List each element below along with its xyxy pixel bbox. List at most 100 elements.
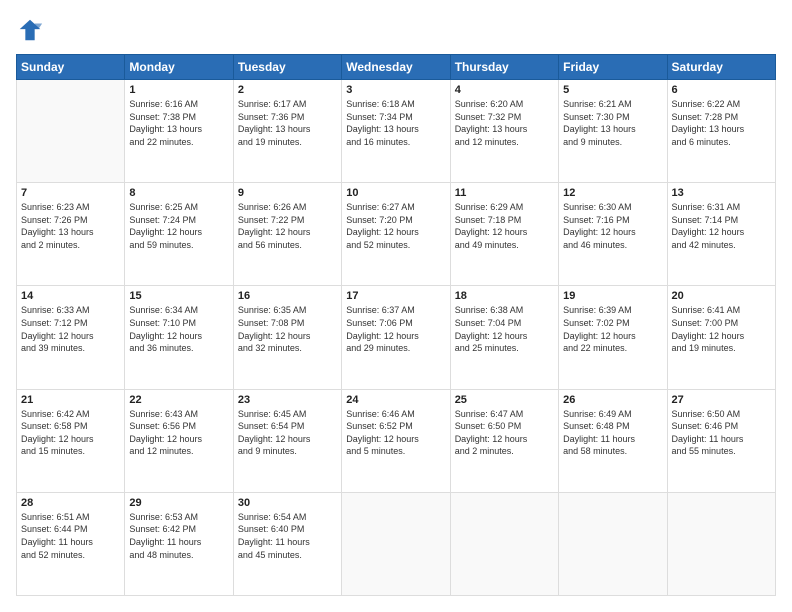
- day-info: Sunrise: 6:31 AM Sunset: 7:14 PM Dayligh…: [672, 201, 771, 251]
- calendar-cell: 14 Sunrise: 6:33 AM Sunset: 7:12 PM Dayli…: [17, 286, 125, 389]
- day-number: 8: [129, 187, 228, 199]
- calendar-cell: 18 Sunrise: 6:38 AM Sunset: 7:04 PM Dayli…: [450, 286, 558, 389]
- calendar-cell: 11 Sunrise: 6:29 AM Sunset: 7:18 PM Dayli…: [450, 183, 558, 286]
- calendar-cell: 24Sunrise: 6:46 AM Sunset: 6:52 PM Dayli…: [342, 389, 450, 492]
- calendar-cell: 7 Sunrise: 6:23 AM Sunset: 7:26 PM Daylig…: [17, 183, 125, 286]
- day-number: 23: [238, 394, 337, 406]
- day-info: Sunrise: 6:47 AM Sunset: 6:50 PM Dayligh…: [455, 408, 554, 458]
- day-number: 15: [129, 290, 228, 302]
- day-info: Sunrise: 6:39 AM Sunset: 7:02 PM Dayligh…: [563, 304, 662, 354]
- calendar-cell: [667, 492, 775, 595]
- day-number: 11: [455, 187, 554, 199]
- calendar-cell: [559, 492, 667, 595]
- calendar-cell: 27 Sunrise: 6:50 AM Sunset: 6:46 PM Dayli…: [667, 389, 775, 492]
- header: [16, 16, 776, 44]
- calendar-cell: 2Sunrise: 6:17 AM Sunset: 7:36 PM Daylig…: [233, 80, 341, 183]
- day-number: 28: [21, 497, 120, 509]
- calendar-cell: 26Sunrise: 6:49 AM Sunset: 6:48 PM Dayli…: [559, 389, 667, 492]
- day-info: Sunrise: 6:50 AM Sunset: 6:46 PM Dayligh…: [672, 408, 771, 458]
- calendar-cell: 10 Sunrise: 6:27 AM Sunset: 7:20 PM Dayli…: [342, 183, 450, 286]
- weekday-header-wednesday: Wednesday: [342, 55, 450, 80]
- day-number: 10: [346, 187, 445, 199]
- calendar-cell: 29 Sunrise: 6:53 AM Sunset: 6:42 PM Dayli…: [125, 492, 233, 595]
- day-number: 9: [238, 187, 337, 199]
- calendar-cell: 22 Sunrise: 6:43 AM Sunset: 6:56 PM Dayli…: [125, 389, 233, 492]
- day-info: Sunrise: 6:51 AM Sunset: 6:44 PM Dayligh…: [21, 511, 120, 561]
- week-row-1: 1 Sunrise: 6:16 AM Sunset: 7:38 PM Daylig…: [17, 80, 776, 183]
- day-number: 2: [238, 84, 337, 96]
- day-number: 25: [455, 394, 554, 406]
- day-info: Sunrise: 6:54 AM Sunset: 6:40 PM Dayligh…: [238, 511, 337, 561]
- calendar-cell: 21 Sunrise: 6:42 AM Sunset: 6:58 PM Dayli…: [17, 389, 125, 492]
- day-info: Sunrise: 6:35 AM Sunset: 7:08 PM Dayligh…: [238, 304, 337, 354]
- day-number: 19: [563, 290, 662, 302]
- day-number: 24: [346, 394, 445, 406]
- day-number: 21: [21, 394, 120, 406]
- day-number: 29: [129, 497, 228, 509]
- calendar-cell: 8 Sunrise: 6:25 AM Sunset: 7:24 PM Daylig…: [125, 183, 233, 286]
- day-info: Sunrise: 6:20 AM Sunset: 7:32 PM Dayligh…: [455, 98, 554, 148]
- calendar-cell: 16 Sunrise: 6:35 AM Sunset: 7:08 PM Dayli…: [233, 286, 341, 389]
- calendar-cell: 1 Sunrise: 6:16 AM Sunset: 7:38 PM Daylig…: [125, 80, 233, 183]
- calendar-cell: 30 Sunrise: 6:54 AM Sunset: 6:40 PM Dayli…: [233, 492, 341, 595]
- day-info: Sunrise: 6:29 AM Sunset: 7:18 PM Dayligh…: [455, 201, 554, 251]
- logo: [16, 16, 48, 44]
- weekday-header-friday: Friday: [559, 55, 667, 80]
- week-row-3: 14 Sunrise: 6:33 AM Sunset: 7:12 PM Dayli…: [17, 286, 776, 389]
- calendar-cell: 25 Sunrise: 6:47 AM Sunset: 6:50 PM Dayli…: [450, 389, 558, 492]
- day-number: 6: [672, 84, 771, 96]
- calendar-cell: 13Sunrise: 6:31 AM Sunset: 7:14 PM Dayli…: [667, 183, 775, 286]
- day-info: Sunrise: 6:22 AM Sunset: 7:28 PM Dayligh…: [672, 98, 771, 148]
- day-info: Sunrise: 6:33 AM Sunset: 7:12 PM Dayligh…: [21, 304, 120, 354]
- calendar-cell: 5Sunrise: 6:21 AM Sunset: 7:30 PM Daylig…: [559, 80, 667, 183]
- week-row-2: 7 Sunrise: 6:23 AM Sunset: 7:26 PM Daylig…: [17, 183, 776, 286]
- day-info: Sunrise: 6:53 AM Sunset: 6:42 PM Dayligh…: [129, 511, 228, 561]
- calendar-cell: 4Sunrise: 6:20 AM Sunset: 7:32 PM Daylig…: [450, 80, 558, 183]
- weekday-header-sunday: Sunday: [17, 55, 125, 80]
- weekday-header-tuesday: Tuesday: [233, 55, 341, 80]
- calendar-cell: 19 Sunrise: 6:39 AM Sunset: 7:02 PM Dayli…: [559, 286, 667, 389]
- week-row-5: 28 Sunrise: 6:51 AM Sunset: 6:44 PM Dayli…: [17, 492, 776, 595]
- calendar-cell: 20 Sunrise: 6:41 AM Sunset: 7:00 PM Dayli…: [667, 286, 775, 389]
- day-info: Sunrise: 6:45 AM Sunset: 6:54 PM Dayligh…: [238, 408, 337, 458]
- day-info: Sunrise: 6:38 AM Sunset: 7:04 PM Dayligh…: [455, 304, 554, 354]
- weekday-header-saturday: Saturday: [667, 55, 775, 80]
- day-number: 30: [238, 497, 337, 509]
- day-info: Sunrise: 6:16 AM Sunset: 7:38 PM Dayligh…: [129, 98, 228, 148]
- day-number: 16: [238, 290, 337, 302]
- day-number: 3: [346, 84, 445, 96]
- weekday-header-thursday: Thursday: [450, 55, 558, 80]
- day-number: 1: [129, 84, 228, 96]
- day-number: 17: [346, 290, 445, 302]
- week-row-4: 21 Sunrise: 6:42 AM Sunset: 6:58 PM Dayli…: [17, 389, 776, 492]
- day-info: Sunrise: 6:23 AM Sunset: 7:26 PM Dayligh…: [21, 201, 120, 251]
- day-info: Sunrise: 6:37 AM Sunset: 7:06 PM Dayligh…: [346, 304, 445, 354]
- calendar-table: SundayMondayTuesdayWednesdayThursdayFrid…: [16, 54, 776, 596]
- day-number: 12: [563, 187, 662, 199]
- calendar-cell: 9Sunrise: 6:26 AM Sunset: 7:22 PM Daylig…: [233, 183, 341, 286]
- day-info: Sunrise: 6:25 AM Sunset: 7:24 PM Dayligh…: [129, 201, 228, 251]
- day-info: Sunrise: 6:30 AM Sunset: 7:16 PM Dayligh…: [563, 201, 662, 251]
- day-number: 27: [672, 394, 771, 406]
- calendar-cell: 3 Sunrise: 6:18 AM Sunset: 7:34 PM Daylig…: [342, 80, 450, 183]
- calendar-cell: 15Sunrise: 6:34 AM Sunset: 7:10 PM Dayli…: [125, 286, 233, 389]
- day-number: 22: [129, 394, 228, 406]
- weekday-header-monday: Monday: [125, 55, 233, 80]
- day-number: 18: [455, 290, 554, 302]
- day-number: 7: [21, 187, 120, 199]
- logo-icon: [16, 16, 44, 44]
- day-info: Sunrise: 6:49 AM Sunset: 6:48 PM Dayligh…: [563, 408, 662, 458]
- calendar-cell: [342, 492, 450, 595]
- calendar-cell: 6 Sunrise: 6:22 AM Sunset: 7:28 PM Daylig…: [667, 80, 775, 183]
- day-info: Sunrise: 6:18 AM Sunset: 7:34 PM Dayligh…: [346, 98, 445, 148]
- day-number: 20: [672, 290, 771, 302]
- day-info: Sunrise: 6:43 AM Sunset: 6:56 PM Dayligh…: [129, 408, 228, 458]
- day-number: 14: [21, 290, 120, 302]
- page: SundayMondayTuesdayWednesdayThursdayFrid…: [0, 0, 792, 612]
- day-info: Sunrise: 6:27 AM Sunset: 7:20 PM Dayligh…: [346, 201, 445, 251]
- day-info: Sunrise: 6:42 AM Sunset: 6:58 PM Dayligh…: [21, 408, 120, 458]
- day-info: Sunrise: 6:41 AM Sunset: 7:00 PM Dayligh…: [672, 304, 771, 354]
- weekday-header-row: SundayMondayTuesdayWednesdayThursdayFrid…: [17, 55, 776, 80]
- calendar-cell: 12 Sunrise: 6:30 AM Sunset: 7:16 PM Dayli…: [559, 183, 667, 286]
- day-number: 5: [563, 84, 662, 96]
